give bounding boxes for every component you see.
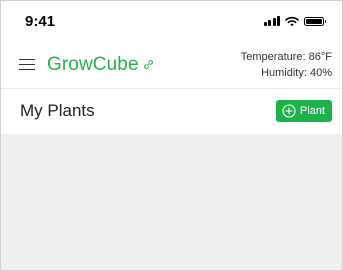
signal-icon: [263, 16, 280, 26]
plants-list-area: [1, 134, 342, 270]
page-title: My Plants: [20, 100, 95, 120]
status-icons: [263, 16, 326, 27]
menu-icon[interactable]: [19, 58, 35, 71]
app-title: GrowCube: [47, 53, 139, 75]
status-bar: 9:41: [1, 1, 342, 41]
wifi-icon: [285, 16, 299, 26]
app-header: GrowCube Temperature: 86°F Humidity: 40%: [1, 41, 342, 89]
temperature-reading: Temperature: 86°F: [240, 50, 332, 63]
sensor-readings: Temperature: 86°F Humidity: 40%: [241, 49, 332, 81]
app-screen: 9:41 GrowCube Temperature: 86°F Humidity…: [0, 0, 343, 271]
humidity-reading: Humidity: 40%: [261, 66, 332, 79]
add-plant-button[interactable]: Plant: [275, 99, 332, 122]
status-time: 9:41: [25, 12, 56, 30]
section-bar: My Plants Plant: [1, 89, 342, 132]
plus-circle-icon: [282, 103, 296, 118]
add-plant-label: Plant: [299, 104, 325, 117]
battery-icon: [304, 16, 326, 26]
link-icon[interactable]: [143, 59, 154, 70]
brand: GrowCube: [19, 54, 154, 76]
